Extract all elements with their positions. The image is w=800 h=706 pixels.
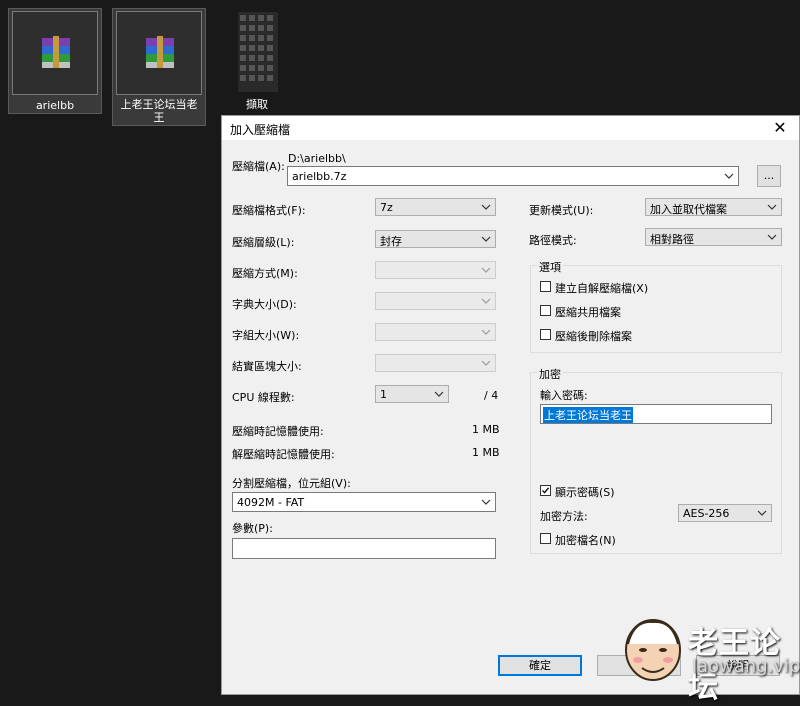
add-to-archive-dialog: 加入壓縮檔 ✕ 壓縮檔(A): D:\arielbb\ arielbb.7z .… [221, 115, 800, 695]
chevron-down-icon [481, 263, 491, 277]
dialog-titlebar: 加入壓縮檔 ✕ [222, 116, 799, 140]
sfx-label[interactable]: 建立自解壓縮檔(X) [555, 280, 648, 296]
cpu-total: / 4 [484, 389, 499, 402]
cpu-value: 1 [380, 388, 387, 401]
password-value: 上老王论坛当老王 [543, 407, 633, 423]
chevron-down-icon [481, 294, 491, 308]
chevron-down-icon [481, 200, 491, 214]
chevron-down-icon[interactable] [724, 169, 734, 183]
archive-name-value: arielbb.7z [292, 170, 347, 183]
desktop-icon-label: 擷取 [246, 98, 268, 111]
archive-path: D:\arielbb\ [288, 152, 346, 165]
close-icon[interactable]: ✕ [767, 118, 793, 138]
encryption-group-label: 加密 [537, 366, 563, 382]
params-input[interactable] [232, 538, 496, 559]
chevron-down-icon [481, 232, 491, 246]
checkmark-icon [542, 487, 550, 494]
params-label: 參數(P): [232, 522, 273, 535]
chevron-down-icon [757, 506, 767, 520]
options-group-label: 選項 [537, 259, 563, 275]
archive-name-combo[interactable]: arielbb.7z [287, 166, 739, 186]
level-label: 壓縮層級(L): [232, 236, 295, 249]
path-mode-value: 相對路徑 [650, 233, 694, 246]
update-value: 加入並取代檔案 [650, 203, 727, 216]
update-label: 更新模式(U): [529, 204, 594, 217]
shared-label[interactable]: 壓縮共用檔案 [555, 304, 621, 320]
solid-select[interactable] [375, 354, 496, 372]
cpu-label: CPU 線程數: [232, 391, 295, 404]
word-select[interactable] [375, 323, 496, 341]
watermark: 老王论坛 laowang.vip [620, 612, 800, 705]
mem-decomp-value: 1 MB [472, 446, 500, 459]
show-password-checkbox[interactable] [540, 485, 551, 496]
old-man-logo-icon [625, 619, 681, 681]
winrar-archive-icon [12, 11, 98, 95]
solid-label: 結實區塊大小: [232, 360, 302, 373]
desktop-icon-label: 上老王论坛当老王 [120, 98, 198, 124]
mem-decomp-label: 解壓縮時記憶體使用: [232, 448, 335, 461]
cpu-select[interactable]: 1 [375, 385, 449, 403]
mem-comp-label: 壓縮時記憶體使用: [232, 425, 324, 438]
desktop-icon-label: arielbb [35, 99, 75, 112]
desktop-icon-laowang[interactable]: 上老王论坛当老王 [112, 8, 206, 126]
image-thumbnail-icon [238, 12, 278, 92]
chevron-down-icon [434, 387, 444, 401]
word-label: 字組大小(W): [232, 329, 300, 342]
format-select[interactable]: 7z [375, 198, 496, 216]
split-value: 4092M - FAT [237, 496, 305, 509]
desktop-icon-arielbb[interactable]: arielbb [8, 8, 102, 114]
winrar-archive-icon [116, 11, 202, 95]
format-label: 壓縮檔格式(F): [232, 204, 306, 217]
mem-comp-value: 1 MB [472, 423, 500, 436]
path-mode-select[interactable]: 相對路徑 [645, 228, 782, 246]
encrypt-names-checkbox[interactable] [540, 533, 551, 544]
encrypt-names-label[interactable]: 加密檔名(N) [555, 532, 616, 548]
level-value: 封存 [380, 235, 402, 248]
dict-select[interactable] [375, 292, 496, 310]
method-select[interactable] [375, 261, 496, 279]
chevron-down-icon [767, 230, 777, 244]
split-label: 分割壓縮檔，位元組(V): [232, 477, 351, 490]
password-label: 輸入密碼: [540, 389, 588, 402]
level-select[interactable]: 封存 [375, 230, 496, 248]
path-mode-label: 路徑模式: [529, 234, 577, 247]
enc-method-label: 加密方法: [540, 510, 588, 523]
chevron-down-icon[interactable] [481, 495, 491, 509]
delete-label[interactable]: 壓縮後刪除檔案 [555, 328, 632, 344]
shared-checkbox[interactable] [540, 305, 551, 316]
browse-button[interactable]: ... [757, 165, 781, 187]
update-select[interactable]: 加入並取代檔案 [645, 198, 782, 216]
sfx-checkbox[interactable] [540, 281, 551, 292]
dialog-title: 加入壓縮檔 [230, 123, 291, 137]
desktop-icon-screenshot[interactable]: 擷取 [222, 8, 292, 114]
format-value: 7z [380, 201, 393, 214]
enc-method-select[interactable]: AES-256 [678, 504, 772, 522]
password-input[interactable]: 上老王论坛当老王 [540, 404, 772, 424]
watermark-url: laowang.vip [692, 656, 800, 677]
method-label: 壓縮方式(M): [232, 267, 298, 280]
ok-button[interactable]: 確定 [498, 655, 582, 676]
chevron-down-icon [481, 356, 491, 370]
dict-label: 字典大小(D): [232, 298, 297, 311]
chevron-down-icon [767, 200, 777, 214]
enc-method-value: AES-256 [683, 507, 730, 520]
chevron-down-icon [481, 325, 491, 339]
delete-checkbox[interactable] [540, 329, 551, 340]
archive-label: 壓縮檔(A): [232, 160, 285, 173]
show-password-label[interactable]: 顯示密碼(S) [555, 484, 615, 500]
split-combo[interactable]: 4092M - FAT [232, 492, 496, 512]
